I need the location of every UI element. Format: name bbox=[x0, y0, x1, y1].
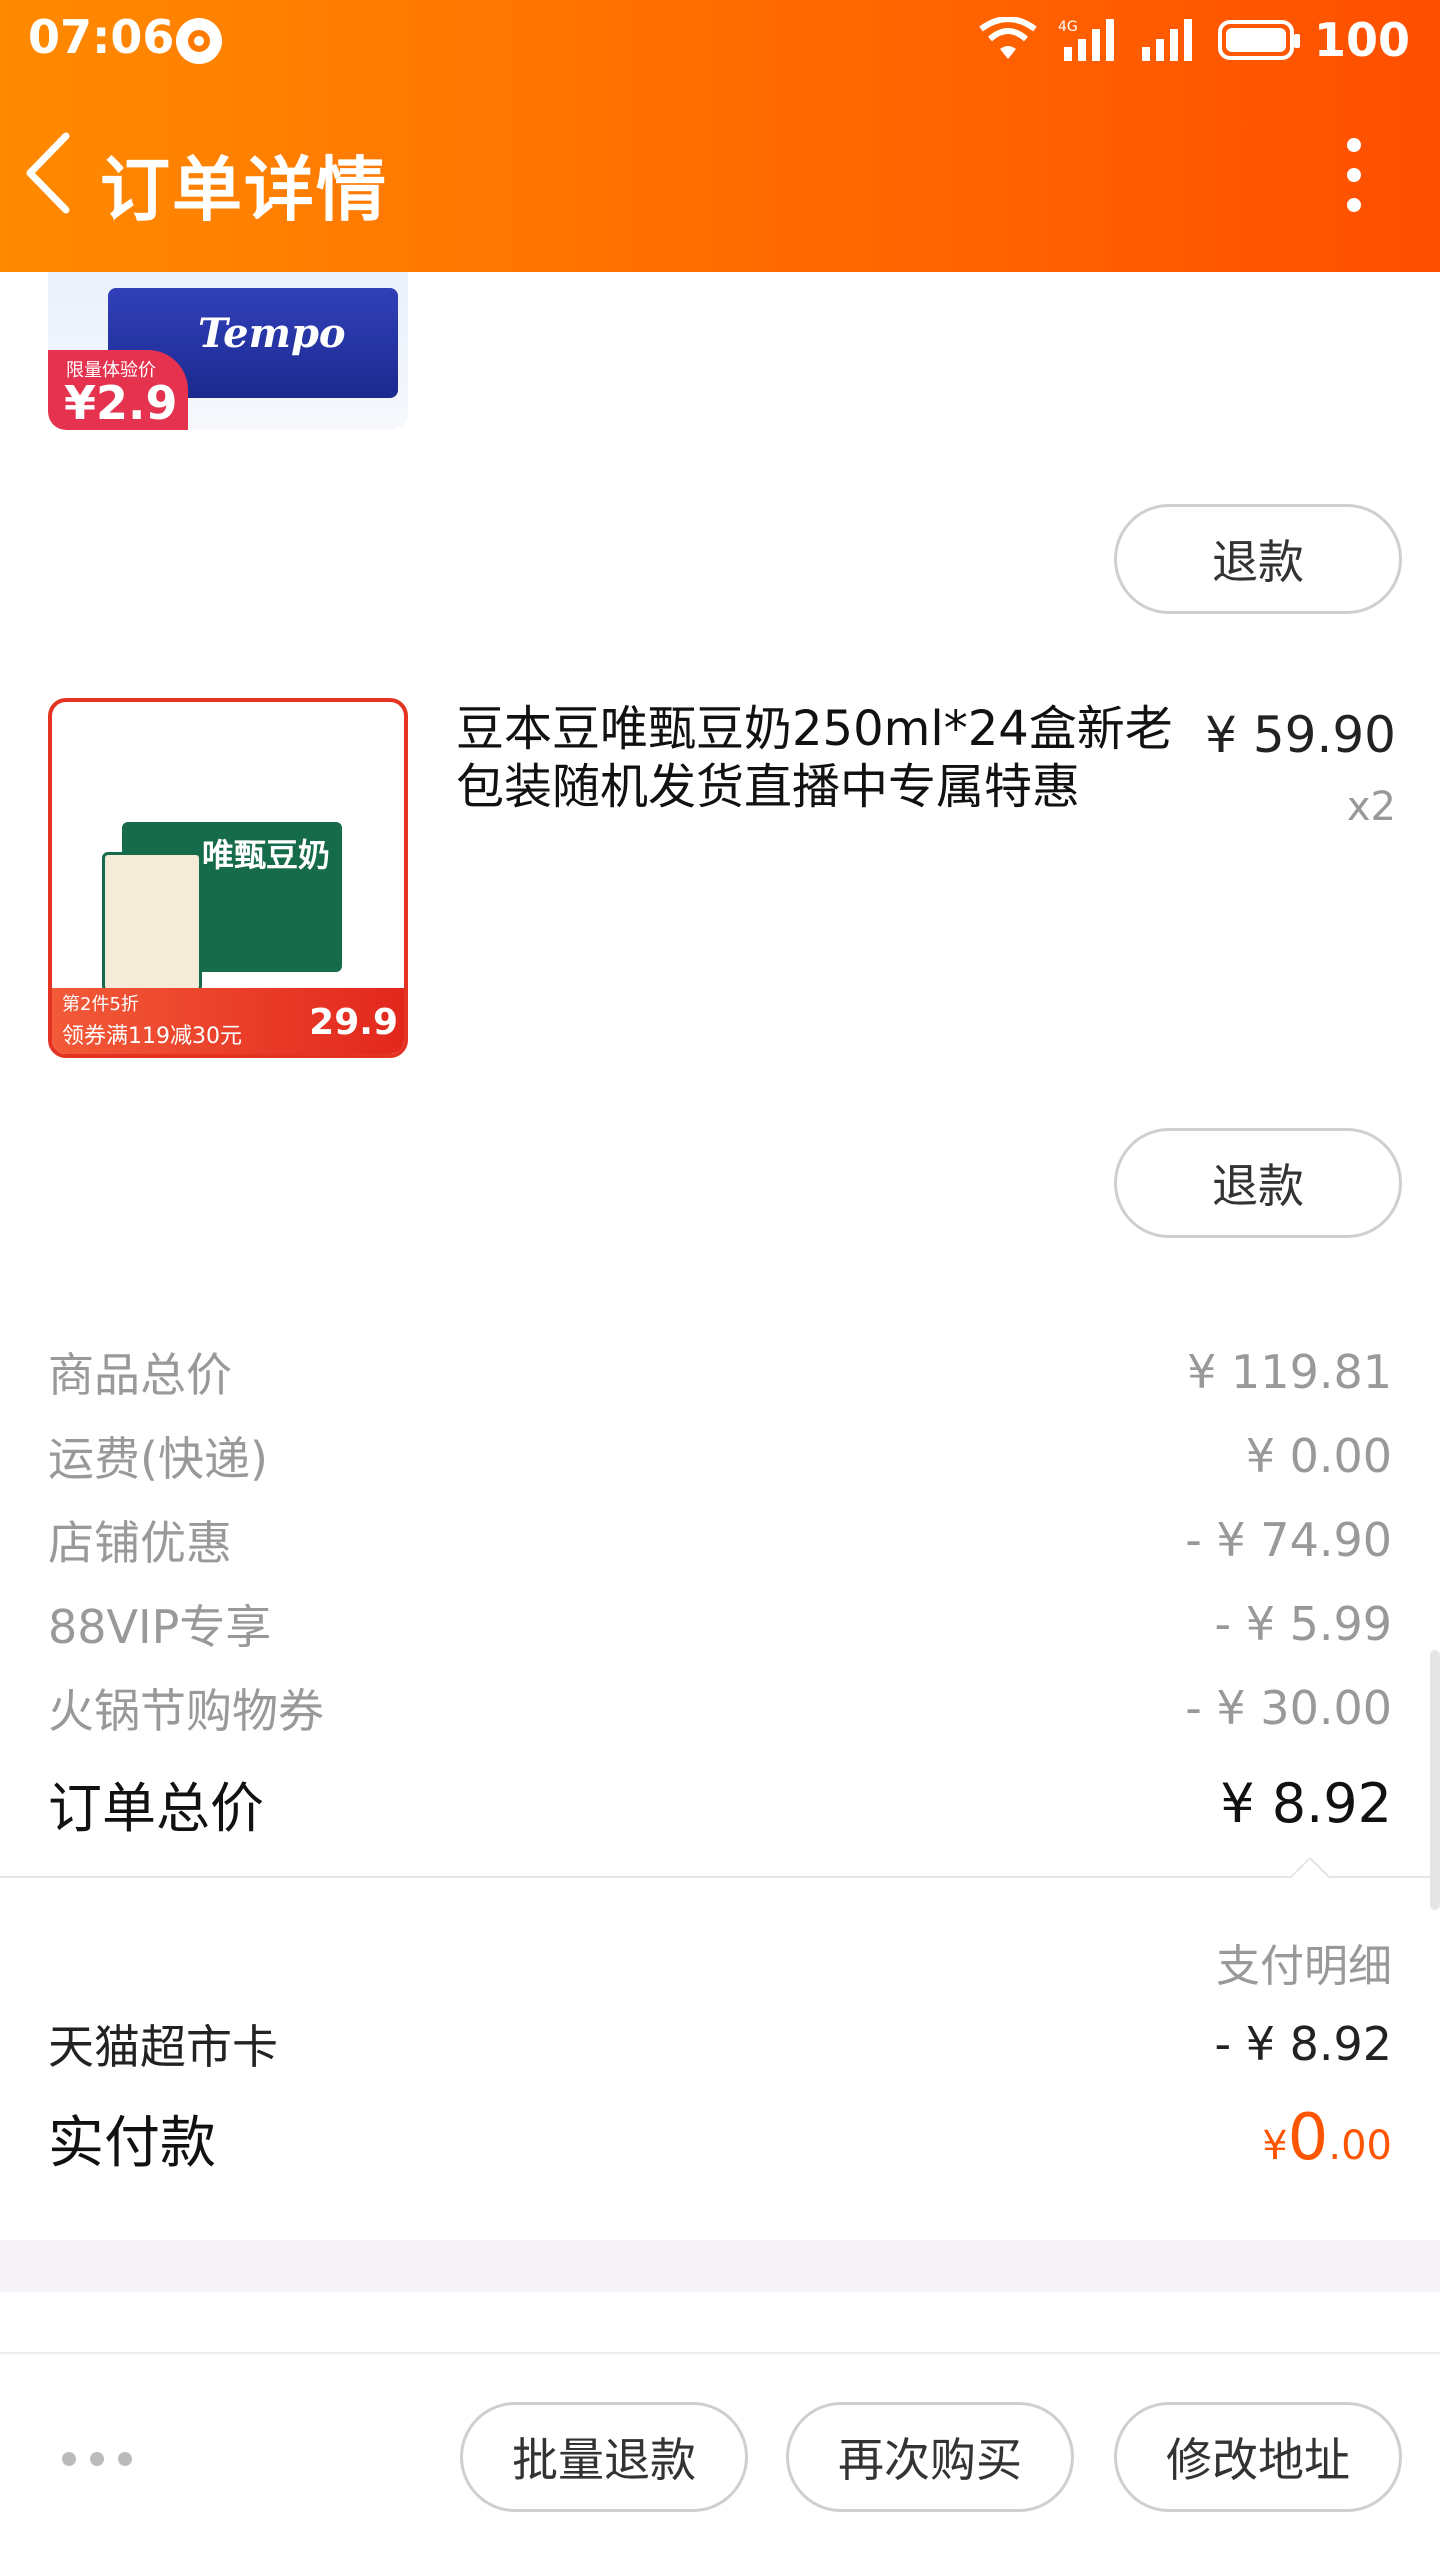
product-quantity: x2 bbox=[1346, 784, 1396, 830]
paid-amount: ¥0.00 bbox=[1262, 2101, 1392, 2175]
product-price: ¥ 59.90 bbox=[1205, 706, 1396, 764]
status-indicators: 4G 100 bbox=[978, 10, 1410, 70]
paid-amount-row: 实付款 ¥0.00 bbox=[48, 2101, 1392, 2176]
signal-4g-icon: 4G bbox=[1058, 19, 1114, 61]
product-title[interactable]: 豆本豆唯甄豆奶250ml*24盒新老包装随机发货直播中专属特惠 bbox=[456, 700, 1196, 816]
signal-icon bbox=[1141, 19, 1192, 61]
bottom-action-bar: 批量退款 再次购买 修改地址 bbox=[0, 2352, 1440, 2560]
summary-row-goods-total: 商品总价 ¥ 119.81 bbox=[48, 1345, 1392, 1402]
buy-again-button[interactable]: 再次购买 bbox=[786, 2402, 1074, 2512]
refund-button[interactable]: 退款 bbox=[1114, 1128, 1402, 1238]
more-options-icon[interactable] bbox=[1342, 138, 1366, 212]
soymilk-carton-image bbox=[102, 852, 202, 992]
product-thumbnail-soymilk[interactable]: 唯甄豆奶 第2件5折 领券满119减30元 29.9 bbox=[48, 698, 408, 1058]
svg-text:4G: 4G bbox=[1058, 19, 1078, 35]
app-notification-icon bbox=[176, 18, 222, 64]
more-actions-icon[interactable] bbox=[62, 2452, 132, 2466]
summary-row-store-discount: 店铺优惠 - ¥ 74.90 bbox=[48, 1513, 1392, 1570]
summary-row-88vip: 88VIP专享 - ¥ 5.99 bbox=[48, 1597, 1392, 1654]
summary-row-shipping: 运费(快递) ¥ 0.00 bbox=[48, 1429, 1392, 1486]
battery-level: 100 bbox=[1313, 13, 1410, 67]
scrollbar[interactable] bbox=[1430, 1650, 1440, 1910]
caret-up-icon bbox=[1290, 1858, 1330, 1878]
order-total-row: 订单总价 ¥ 8.92 bbox=[48, 1771, 1392, 1840]
wifi-icon bbox=[979, 17, 1037, 59]
refund-button[interactable]: 退款 bbox=[1114, 504, 1402, 614]
back-icon[interactable] bbox=[18, 128, 78, 218]
payment-detail-link[interactable]: 支付明细 bbox=[1216, 1930, 1392, 1994]
soymilk-brand: 唯甄豆奶 bbox=[202, 836, 331, 874]
payment-row-supermarket-card: 天猫超市卡 - ¥ 8.92 bbox=[48, 2017, 1392, 2074]
price-badge: 限量体验价 ¥2.9 bbox=[48, 350, 188, 430]
tempo-logo: Tempo bbox=[198, 310, 346, 357]
page-title: 订单详情 bbox=[100, 149, 388, 231]
header: 07:06 4G 100 订单详情 bbox=[0, 0, 1440, 272]
section-separator bbox=[0, 2240, 1440, 2292]
summary-row-coupon: 火锅节购物券 - ¥ 30.00 bbox=[48, 1681, 1392, 1738]
status-time: 07:06 bbox=[28, 10, 175, 64]
promo-banner bbox=[52, 702, 252, 742]
change-address-button[interactable]: 修改地址 bbox=[1114, 2402, 1402, 2512]
divider bbox=[0, 1876, 1440, 1878]
status-bar: 07:06 4G 100 bbox=[0, 0, 1440, 80]
battery-icon bbox=[1217, 20, 1300, 60]
promo-strip: 第2件5折 领券满119减30元 29.9 bbox=[52, 988, 404, 1054]
batch-refund-button[interactable]: 批量退款 bbox=[460, 2402, 748, 2512]
